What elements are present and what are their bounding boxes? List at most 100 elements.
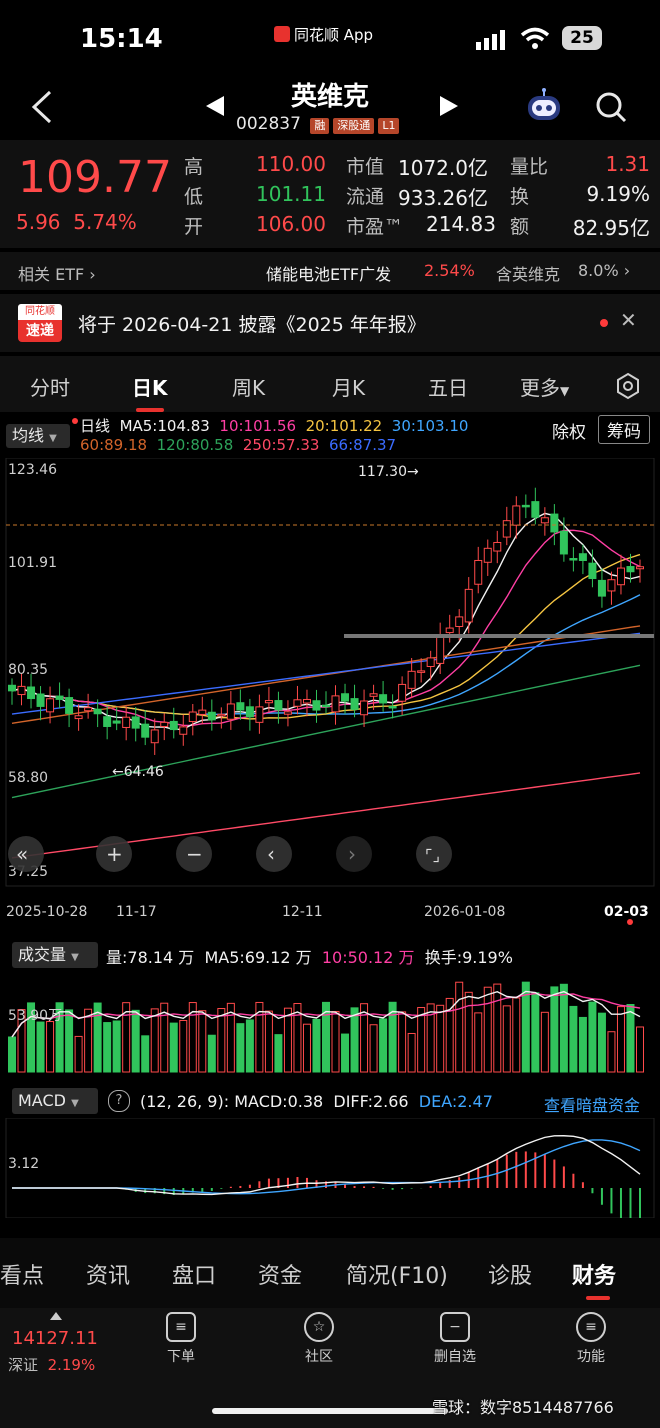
home-indicator <box>212 1408 448 1414</box>
volume-bar <box>398 1011 407 1073</box>
news-badge: 同花顺 速递 <box>18 304 62 342</box>
candle <box>103 716 112 727</box>
chart-settings-icon[interactable] <box>614 372 642 400</box>
triangle-down-icon: ▼ <box>49 433 57 444</box>
tab-day-k[interactable]: 日K <box>132 372 168 401</box>
back-icon[interactable] <box>30 90 54 124</box>
volume-bar <box>588 1001 597 1073</box>
candle <box>131 716 140 729</box>
tab-more[interactable]: 更多▼ <box>520 372 569 401</box>
volume-bar <box>179 1019 188 1073</box>
kline-chart[interactable]: 123.46 101.91 80.35 58.80 37.25 117.30→ … <box>0 458 660 928</box>
price-change-value: 5.96 <box>16 210 61 234</box>
index-value: 14127.11 <box>12 1328 98 1349</box>
candle <box>302 698 311 704</box>
candle <box>350 698 359 710</box>
btab-profile[interactable]: 简况(F10) <box>346 1258 448 1290</box>
candle <box>512 505 521 526</box>
close-icon[interactable]: ✕ <box>620 308 637 332</box>
volume-bar <box>312 1018 321 1073</box>
price-change: 5.96 5.74% <box>16 210 137 234</box>
volume-bar <box>84 1008 93 1073</box>
candle <box>417 670 426 673</box>
nav-order[interactable]: ≡ 下单 <box>126 1312 236 1366</box>
up-triangle-icon <box>50 1312 62 1320</box>
volume-chart[interactable]: 53.90万 <box>0 970 660 1074</box>
y-label-0: 123.46 <box>8 462 57 478</box>
x-label-3: 2026-01-08 <box>424 904 505 920</box>
candle <box>540 517 549 524</box>
volume-bar <box>626 1004 635 1073</box>
volume-bar <box>369 1024 378 1073</box>
etf-name: 储能电池ETF广发 <box>266 265 392 284</box>
unread-dot-icon <box>600 319 608 327</box>
volume-values: 量:78.14 万 MA5:69.12 万 10:50.12 万 换手:9.19… <box>106 948 513 967</box>
tab-five-day[interactable]: 五日 <box>428 372 468 401</box>
btab-finance[interactable]: 财务 <box>572 1258 616 1290</box>
help-icon[interactable]: ? <box>108 1090 130 1112</box>
candle <box>112 720 121 724</box>
tab-week-k[interactable]: 周K <box>232 372 265 401</box>
ma-row-2: 60:89.18 120:80.58 250:57.33 66:87.37 <box>80 436 397 454</box>
btab-orderbook[interactable]: 盘口 <box>172 1258 216 1290</box>
etf-label: 相关 ETF › <box>18 265 96 284</box>
x-label-1: 11-17 <box>116 904 157 920</box>
candle <box>93 708 102 715</box>
news-row[interactable]: 同花顺 速递 将于 2026-04-21 披露《2025 年年报》 ✕ <box>0 294 660 352</box>
btab-funds[interactable]: 资金 <box>258 1258 302 1290</box>
candle <box>36 693 45 707</box>
macd-chart[interactable]: 3.12 <box>0 1118 660 1218</box>
tab-timeshare[interactable]: 分时 <box>30 372 70 401</box>
nav-community[interactable]: ☆ 社区 <box>264 1312 374 1366</box>
btab-highlights[interactable]: 看点 <box>0 1258 44 1290</box>
candle <box>188 711 197 723</box>
volume-selector[interactable]: 成交量 ▼ <box>12 942 98 968</box>
candle <box>17 685 26 696</box>
dark-pool-link[interactable]: 查看暗盘资金 <box>544 1092 640 1116</box>
ma-row-1: 日线 MA5:104.83 10:101.56 20:101.22 30:103… <box>80 417 469 435</box>
candle <box>341 693 350 702</box>
candle <box>626 566 635 573</box>
tab-month-k[interactable]: 月K <box>332 372 365 401</box>
next-stock-icon[interactable] <box>440 96 458 116</box>
candle <box>84 707 93 712</box>
candle <box>559 530 568 555</box>
y-label-1: 101.91 <box>8 555 57 571</box>
price-change-pct: 5.74% <box>73 210 137 234</box>
candle <box>179 726 188 735</box>
candle <box>407 670 416 689</box>
macd-selector[interactable]: MACD ▼ <box>12 1088 98 1114</box>
volume-bar <box>455 981 464 1073</box>
btab-news[interactable]: 资讯 <box>86 1258 130 1290</box>
candle <box>160 721 169 727</box>
chevron-right-icon: › <box>89 265 96 284</box>
nav-functions[interactable]: ≡ 功能 <box>536 1312 646 1366</box>
chip-button[interactable]: 筹码 <box>598 415 650 444</box>
search-icon[interactable] <box>594 90 628 124</box>
stock-code-row: 002837 融深股通 L1 <box>236 114 400 134</box>
btab-diagnose[interactable]: 诊股 <box>488 1258 532 1290</box>
volume-bar <box>331 1011 340 1073</box>
candle <box>141 723 150 738</box>
ma-bar: 均线 ▼ 日线 MA5:104.83 10:101.56 20:101.22 3… <box>0 412 660 458</box>
candle <box>331 695 340 713</box>
adjust-button[interactable]: 除权 <box>552 418 586 443</box>
volume-bar <box>417 1007 426 1073</box>
macd-header: MACD ▼ ? (12, 26, 9): MACD:0.38 DIFF:2.6… <box>0 1084 660 1118</box>
volume-bar <box>103 1022 112 1073</box>
community-icon: ☆ <box>304 1312 334 1342</box>
volume-bar <box>65 1009 74 1073</box>
prev-stock-icon[interactable] <box>206 96 224 116</box>
volume-bar <box>474 1012 483 1073</box>
ma-selector[interactable]: 均线 ▼ <box>6 424 70 448</box>
candle <box>474 559 483 585</box>
nav-remove-watchlist[interactable]: − 删自选 <box>400 1312 510 1366</box>
robot-assistant-icon[interactable] <box>524 88 564 124</box>
order-icon: ≡ <box>166 1312 196 1342</box>
candle <box>255 706 264 723</box>
volume-bar <box>283 1007 292 1073</box>
volume-header: 成交量 ▼ 量:78.14 万 MA5:69.12 万 10:50.12 万 换… <box>0 938 660 970</box>
volume-bar <box>493 983 502 1073</box>
etf-row[interactable]: 相关 ETF › 储能电池ETF广发 2.54% 含英维克 8.0% › <box>0 252 660 290</box>
minus-icon: − <box>186 842 203 866</box>
